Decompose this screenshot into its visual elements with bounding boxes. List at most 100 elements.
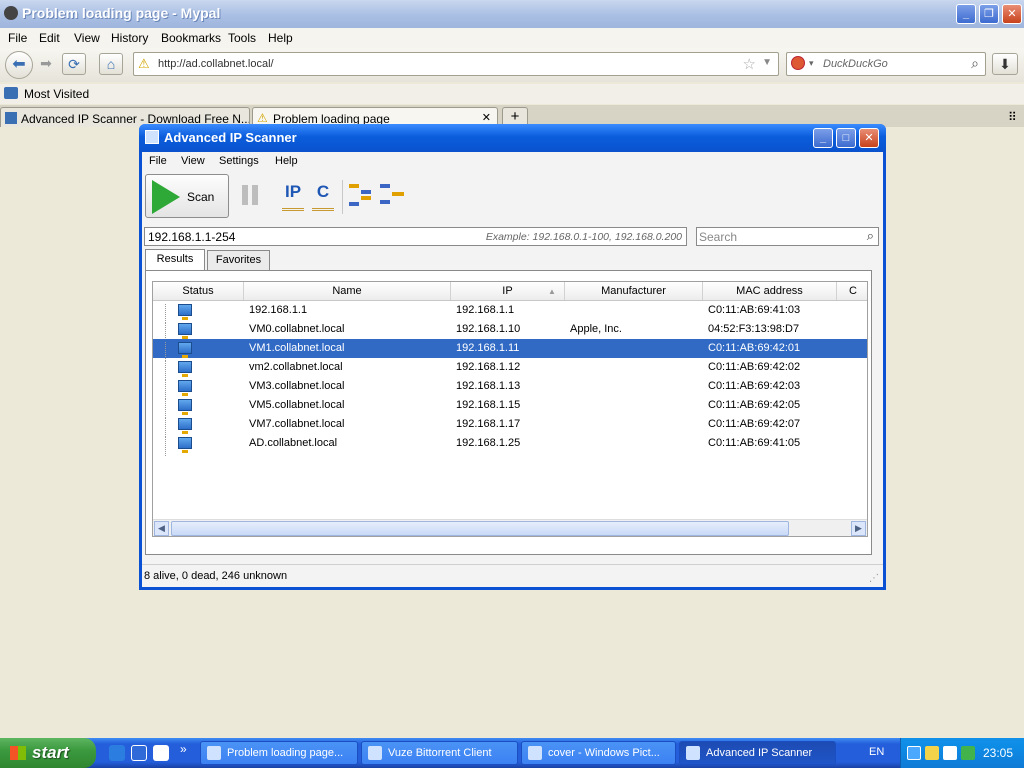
menu-edit[interactable]: Edit (39, 31, 60, 45)
safely-remove-icon[interactable] (961, 746, 975, 760)
scanner-minimize-button[interactable]: _ (813, 128, 833, 148)
table-row[interactable]: AD.collabnet.local 192.168.1.25 C0:11:AB:6… (153, 434, 867, 456)
maximize-button[interactable]: ❐ (979, 4, 999, 24)
table-row[interactable]: VM3.collabnet.local 192.168.1.13 C0:11:AB:… (153, 377, 867, 399)
reload-icon[interactable]: ⟳ (62, 53, 86, 75)
mypal-logo-icon (4, 6, 18, 20)
tab-results[interactable]: Results (145, 249, 205, 271)
search-icon[interactable]: ⌕ (867, 228, 874, 244)
table-row[interactable]: 192.168.1.1 192.168.1.1 C0:11:AB:69:41:03 (153, 301, 867, 323)
bookmarks-toolbar: Most Visited (0, 84, 1024, 104)
col-manufacturer[interactable]: Manufacturer (565, 282, 703, 300)
vuze-tray-icon[interactable] (943, 746, 957, 760)
table-row[interactable]: VM7.collabnet.local 192.168.1.17 C0:11:AB:… (153, 415, 867, 437)
scroll-left-icon[interactable]: ◀ (154, 521, 169, 536)
scan-label: Scan (187, 190, 215, 204)
url-bar[interactable]: ⚠ http://ad.collabnet.local/ ☆ ▼ (133, 52, 779, 76)
scanner-statusbar: 8 alive, 0 dead, 246 unknown ⋰ (142, 564, 883, 587)
tab-favorites[interactable]: Favorites (207, 250, 270, 270)
col-comments[interactable]: C (837, 282, 867, 300)
bookmark-star-icon[interactable]: ☆ (743, 55, 756, 73)
chevron-down-icon[interactable]: ▾ (809, 58, 814, 69)
sort-ascending-icon: ▲ (548, 287, 556, 296)
c-class-icon[interactable]: C (312, 182, 334, 211)
start-button[interactable]: start (0, 738, 96, 768)
resize-grip-icon[interactable]: ⋰ (869, 573, 879, 584)
search-bar[interactable]: ▾ DuckDuckGo ⌕ (786, 52, 986, 76)
table-row[interactable]: VM5.collabnet.local 192.168.1.15 C0:11:AB:… (153, 396, 867, 418)
duckduckgo-icon[interactable] (791, 56, 805, 70)
scanner-close-button[interactable]: ✕ (859, 128, 879, 148)
internet-explorer-icon[interactable] (109, 745, 125, 761)
scrollbar-thumb[interactable] (171, 521, 789, 536)
back-arrow-icon[interactable]: ⬅ (5, 51, 33, 79)
table-row[interactable]: VM0.collabnet.local 192.168.1.10 Apple, In… (153, 320, 867, 342)
menu-bookmarks[interactable]: Bookmarks (161, 31, 221, 45)
scanner-menu-file[interactable]: File (149, 155, 167, 167)
cell-ip: 192.168.1.15 (456, 399, 521, 411)
computer-online-icon (178, 437, 192, 453)
menu-help[interactable]: Help (268, 31, 293, 45)
minimize-button[interactable]: _ (956, 4, 976, 24)
security-icon[interactable] (925, 746, 939, 760)
start-label: start (32, 743, 69, 762)
close-button[interactable]: ✕ (1002, 4, 1022, 24)
browser-title-bar: Problem loading page - Mypal _ ❐ ✕ (0, 0, 1024, 28)
menu-tools[interactable]: Tools (228, 31, 256, 45)
scanner-search-input[interactable]: Search ⌕ (696, 227, 879, 246)
task-vuze[interactable]: Vuze Bittorrent Client (361, 741, 518, 765)
expand-all-icon[interactable] (349, 184, 373, 206)
cell-name: VM3.collabnet.local (249, 380, 345, 392)
desktop-icon[interactable] (131, 745, 147, 761)
col-mac-address[interactable]: MAC address (703, 282, 837, 300)
cell-name: VM7.collabnet.local (249, 418, 345, 430)
scanner-menu-view[interactable]: View (181, 155, 205, 167)
home-icon[interactable]: ⌂ (99, 53, 123, 75)
download-icon[interactable]: ⬇ (992, 53, 1018, 75)
cell-ip: 192.168.1.12 (456, 361, 521, 373)
scanner-menu-help[interactable]: Help (275, 155, 298, 167)
browser-menubar: File Edit View History Bookmarks Tools H… (0, 28, 1024, 48)
col-status[interactable]: Status (153, 282, 244, 300)
quicklaunch-more-icon[interactable]: » (180, 742, 187, 756)
chevron-down-icon[interactable]: ▼ (762, 57, 772, 68)
menu-view[interactable]: View (74, 31, 100, 45)
cell-name: VM0.collabnet.local (249, 323, 345, 335)
task-advanced-ip-scanner[interactable]: Advanced IP Scanner (679, 741, 836, 765)
task-windows-picture-viewer[interactable]: cover - Windows Pict... (521, 741, 676, 765)
col-name[interactable]: Name (244, 282, 451, 300)
language-indicator[interactable]: EN (869, 746, 884, 758)
forward-arrow-icon[interactable]: ➡ (34, 53, 58, 75)
task-problem-loading[interactable]: Problem loading page... (200, 741, 358, 765)
cell-mac: C0:11:AB:69:41:03 (708, 304, 801, 316)
table-row[interactable]: VM1.collabnet.local 192.168.1.11 C0:11:AB:… (153, 339, 867, 361)
horizontal-scrollbar[interactable]: ◀ ▶ (153, 519, 867, 536)
scan-button[interactable]: Scan (145, 174, 229, 218)
scanner-search-placeholder: Search (699, 230, 738, 244)
collapse-all-icon[interactable] (380, 184, 404, 206)
cell-mac: C0:11:AB:69:42:01 (708, 342, 801, 354)
scanner-maximize-button[interactable]: □ (836, 128, 856, 148)
picture-viewer-icon (528, 746, 542, 760)
menu-history[interactable]: History (111, 31, 148, 45)
bookmark-most-visited[interactable]: Most Visited (24, 87, 89, 101)
menu-file[interactable]: File (8, 31, 27, 45)
ip-range-input[interactable]: 192.168.1.1-254 Example: 192.168.0.1-100… (144, 227, 687, 246)
scan-status-text: 8 alive, 0 dead, 246 unknown (144, 570, 288, 582)
cell-mac: C0:11:AB:69:42:07 (708, 418, 801, 430)
network-icon[interactable] (907, 746, 921, 760)
scanner-menubar: File View Settings Help (142, 152, 883, 170)
table-row[interactable]: vm2.collabnet.local 192.168.1.12 C0:11:AB:… (153, 358, 867, 380)
vuze-icon[interactable] (153, 745, 169, 761)
search-icon[interactable]: ⌕ (971, 55, 979, 72)
mypal-icon (207, 746, 221, 760)
cell-ip: 192.168.1.11 (456, 342, 520, 354)
pause-icon[interactable] (242, 185, 258, 205)
tab-list-icon[interactable]: ⠿ (1008, 110, 1017, 124)
computer-online-icon (178, 361, 192, 377)
ip-icon[interactable]: IP (282, 182, 304, 211)
scroll-right-icon[interactable]: ▶ (851, 521, 866, 536)
scanner-menu-settings[interactable]: Settings (219, 155, 259, 167)
cell-name: VM1.collabnet.local (249, 342, 345, 354)
close-tab-icon[interactable]: ✕ (482, 111, 491, 124)
